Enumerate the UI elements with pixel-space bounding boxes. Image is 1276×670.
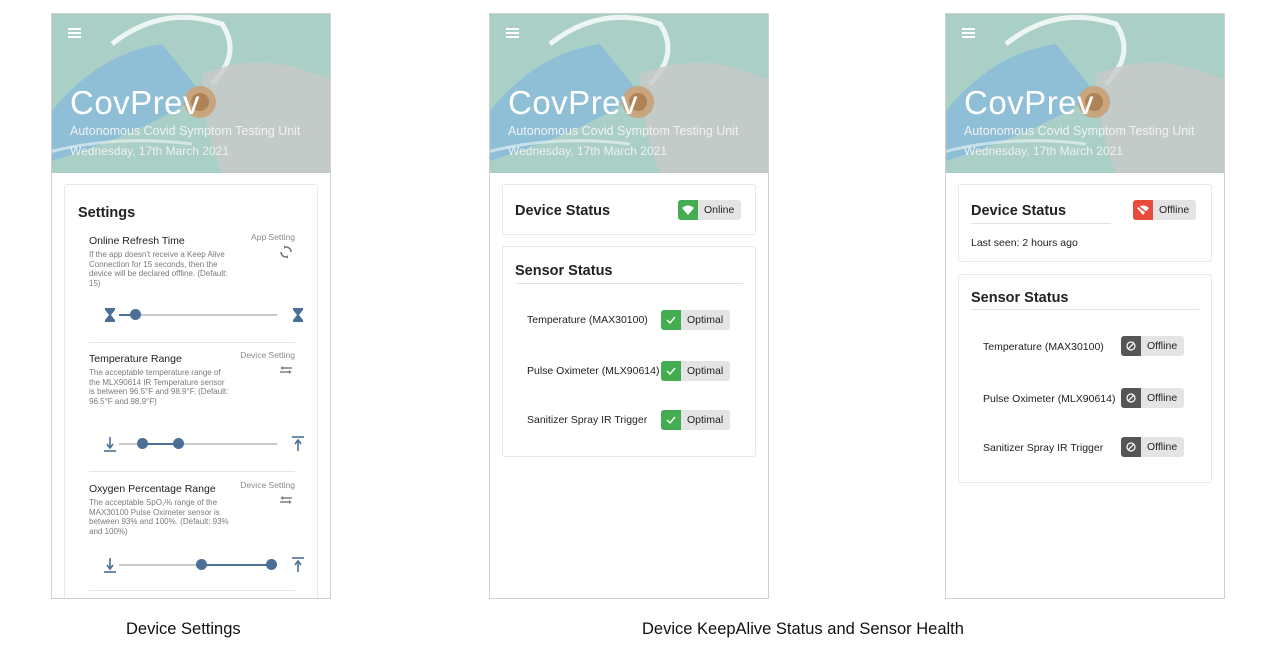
- sensor-status-chip: Optimal: [661, 361, 731, 381]
- online-status-screen: CovPrev Autonomous Covid Symptom Testing…: [489, 13, 769, 599]
- setting-oxygen-percentage-range: Oxygen Percentage Range Device Setting T…: [89, 480, 295, 536]
- sensor-status-chip: Optimal: [661, 310, 731, 330]
- sensor-status-label: Optimal: [687, 365, 724, 377]
- arrow-up-to-line-icon: [292, 557, 304, 572]
- blocked-icon: [1121, 336, 1141, 356]
- refresh-time-slider[interactable]: [93, 307, 303, 323]
- temperature-range-slider[interactable]: [93, 436, 304, 452]
- arrows-icon[interactable]: [279, 493, 293, 507]
- device-status-title: Device Status: [971, 203, 1067, 219]
- sensor-status-title: Sensor Status: [971, 290, 1069, 306]
- settings-screen: CovPrev Autonomous Covid Symptom Testing…: [51, 13, 331, 599]
- caption-keepalive-status: Device KeepAlive Status and Sensor Healt…: [642, 620, 964, 638]
- setting-temperature-range: Temperature Range Device Setting The acc…: [89, 350, 295, 406]
- current-date: Wednesday, 17th March 2021: [70, 144, 229, 158]
- sensor-status-chip: Offline: [1121, 336, 1185, 356]
- setting-description: The acceptable temperature range of the …: [89, 368, 229, 407]
- divider: [971, 223, 1111, 224]
- device-status-label: Offline: [1159, 204, 1190, 216]
- slider-thumb-high[interactable]: [266, 559, 277, 570]
- slider-thumb-low[interactable]: [137, 438, 148, 449]
- sensor-name: Sanitizer Spray IR Trigger: [983, 442, 1104, 454]
- menu-icon[interactable]: [68, 28, 81, 38]
- setting-kind: App Setting: [251, 232, 295, 242]
- check-icon: [661, 361, 681, 381]
- sensor-status-chip: Offline: [1121, 388, 1185, 408]
- hourglass-icon: [105, 308, 115, 322]
- device-status-card: Device Status Online: [502, 184, 756, 235]
- app-header: CovPrev Autonomous Covid Symptom Testing…: [490, 14, 768, 173]
- sensor-status-label: Offline: [1147, 340, 1178, 352]
- check-icon: [661, 310, 681, 330]
- device-status-label: Online: [704, 204, 735, 216]
- app-brand: CovPrev: [70, 84, 201, 121]
- refresh-icon[interactable]: [279, 245, 293, 259]
- sensor-status-label: Offline: [1147, 392, 1178, 404]
- sensor-status-title: Sensor Status: [515, 263, 613, 279]
- sensor-status-label: Offline: [1147, 441, 1178, 453]
- setting-description: If the app doesn't receive a Keep Alive …: [89, 250, 228, 289]
- wifi-off-icon: [1133, 200, 1153, 220]
- slider-track: [119, 314, 277, 316]
- oxygen-range-slider[interactable]: [93, 557, 304, 573]
- device-status-title: Device Status: [515, 203, 611, 219]
- blocked-icon: [1121, 388, 1141, 408]
- sensor-name: Sanitizer Spray IR Trigger: [527, 414, 648, 426]
- sensor-name: Temperature (MAX30100): [527, 314, 648, 326]
- arrow-down-to-line-icon: [104, 558, 116, 573]
- setting-kind: Device Setting: [240, 480, 295, 490]
- arrows-icon[interactable]: [279, 363, 293, 377]
- setting-online-refresh-time: Online Refresh Time App Setting If the a…: [89, 232, 295, 288]
- divider: [515, 283, 743, 284]
- app-subtitle: Autonomous Covid Symptom Testing Unit: [964, 124, 1195, 138]
- app-subtitle: Autonomous Covid Symptom Testing Unit: [70, 124, 301, 138]
- sensor-status-chip: Optimal: [661, 410, 731, 430]
- sensor-status-chip: Offline: [1121, 437, 1185, 457]
- menu-icon[interactable]: [962, 28, 975, 38]
- blocked-icon: [1121, 437, 1141, 457]
- sensor-name: Temperature (MAX30100): [983, 341, 1104, 353]
- sensor-status-label: Optimal: [687, 314, 724, 326]
- sensor-name: Pulse Oximeter (MLX90614): [527, 365, 660, 377]
- slider-thumb-low[interactable]: [196, 559, 207, 570]
- settings-card: Settings Online Refresh Time App Setting…: [64, 184, 318, 598]
- sensor-status-label: Optimal: [687, 414, 724, 426]
- setting-description: The acceptable SpO₂% range of the MAX301…: [89, 498, 229, 537]
- device-status-chip: Offline: [1133, 200, 1197, 220]
- app-header: CovPrev Autonomous Covid Symptom Testing…: [52, 14, 330, 173]
- setting-kind: Device Setting: [240, 350, 295, 360]
- current-date: Wednesday, 17th March 2021: [964, 144, 1123, 158]
- divider: [89, 590, 295, 591]
- caption-device-settings: Device Settings: [126, 620, 241, 638]
- divider: [89, 342, 295, 343]
- app-header: CovPrev Autonomous Covid Symptom Testing…: [946, 14, 1224, 173]
- arrow-up-to-line-icon: [292, 436, 304, 451]
- menu-icon[interactable]: [506, 28, 519, 38]
- sensor-status-card: Sensor Status Temperature (MAX30100) Opt…: [502, 246, 756, 457]
- arrow-down-to-line-icon: [104, 437, 116, 452]
- slider-fill: [201, 564, 271, 566]
- current-date: Wednesday, 17th March 2021: [508, 144, 667, 158]
- slider-thumb[interactable]: [130, 309, 141, 320]
- device-status-chip: Online: [678, 200, 742, 220]
- app-subtitle: Autonomous Covid Symptom Testing Unit: [508, 124, 739, 138]
- check-icon: [661, 410, 681, 430]
- settings-title: Settings: [78, 205, 136, 221]
- offline-status-screen: CovPrev Autonomous Covid Symptom Testing…: [945, 13, 1225, 599]
- device-status-card: Device Status Offline Last seen: 2 hours…: [958, 184, 1212, 262]
- last-seen-text: Last seen: 2 hours ago: [971, 237, 1078, 249]
- divider: [971, 309, 1199, 310]
- wifi-icon: [678, 200, 698, 220]
- sensor-status-card: Sensor Status Temperature (MAX30100) Off…: [958, 274, 1212, 483]
- hourglass-icon: [293, 308, 303, 322]
- divider: [89, 471, 295, 472]
- app-brand: CovPrev: [508, 84, 639, 121]
- app-brand: CovPrev: [964, 84, 1095, 121]
- sensor-name: Pulse Oximeter (MLX90614): [983, 393, 1116, 405]
- slider-thumb-high[interactable]: [173, 438, 184, 449]
